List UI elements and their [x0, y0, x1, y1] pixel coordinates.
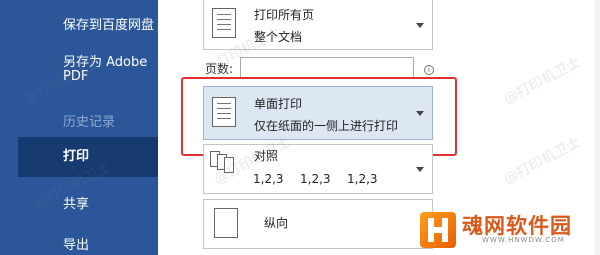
orientation-title: 纵向	[264, 216, 289, 230]
backstage-sidebar: 保存到百度网盘 另存为 Adobe PDF 历史记录 打印 共享 导出	[0, 0, 158, 255]
chevron-down-icon	[416, 167, 424, 172]
site-logo-icon	[420, 212, 456, 248]
sidebar-item-print[interactable]: 打印	[18, 137, 158, 177]
collate-title: 对照	[254, 149, 279, 163]
collate-order: 1,2,3	[253, 172, 284, 186]
document-icon	[212, 8, 236, 38]
sidebar-item-label: 共享	[63, 197, 90, 212]
sidebar-item-share[interactable]: 共享	[0, 193, 158, 212]
collate-order: 1,2,3	[347, 172, 378, 186]
sidebar-item-save-baidu[interactable]: 保存到百度网盘	[0, 14, 158, 33]
sidebar-item-label: 导出	[63, 238, 90, 253]
site-logo-url: WWW.HNWDW.COM	[482, 236, 565, 244]
sidebar-item-history: 历史记录	[0, 111, 158, 130]
pages-label: 页数:	[205, 62, 234, 76]
sidebar-item-label: 历史记录	[63, 115, 116, 130]
sidebar-item-label: 另存为 Adobe	[63, 55, 148, 70]
sidebar-item-label: 保存到百度网盘	[63, 18, 155, 33]
portrait-icon	[214, 208, 238, 238]
print-range-title: 打印所有页	[254, 8, 315, 22]
collate-page-icon	[224, 157, 234, 173]
collate-dropdown[interactable]: 对照	[203, 144, 433, 194]
pages-input[interactable]	[240, 57, 414, 79]
print-range-subtitle: 整个文档	[254, 30, 303, 44]
orientation-dropdown[interactable]: 纵向	[203, 199, 433, 249]
preview-edge	[595, 0, 600, 255]
collate-order: 1,2,3	[300, 172, 331, 186]
sidebar-item-label: 打印	[63, 149, 90, 164]
sidebar-item-label-line2: PDF	[63, 69, 89, 84]
info-icon[interactable]: i	[424, 65, 434, 75]
sidebar-item-save-as-pdf[interactable]: 另存为 Adobe PDF	[0, 56, 158, 84]
print-range-dropdown[interactable]: 打印所有页 整个文档	[203, 0, 433, 50]
chevron-down-icon	[416, 22, 424, 28]
sidebar-item-export[interactable]: 导出	[0, 234, 158, 253]
